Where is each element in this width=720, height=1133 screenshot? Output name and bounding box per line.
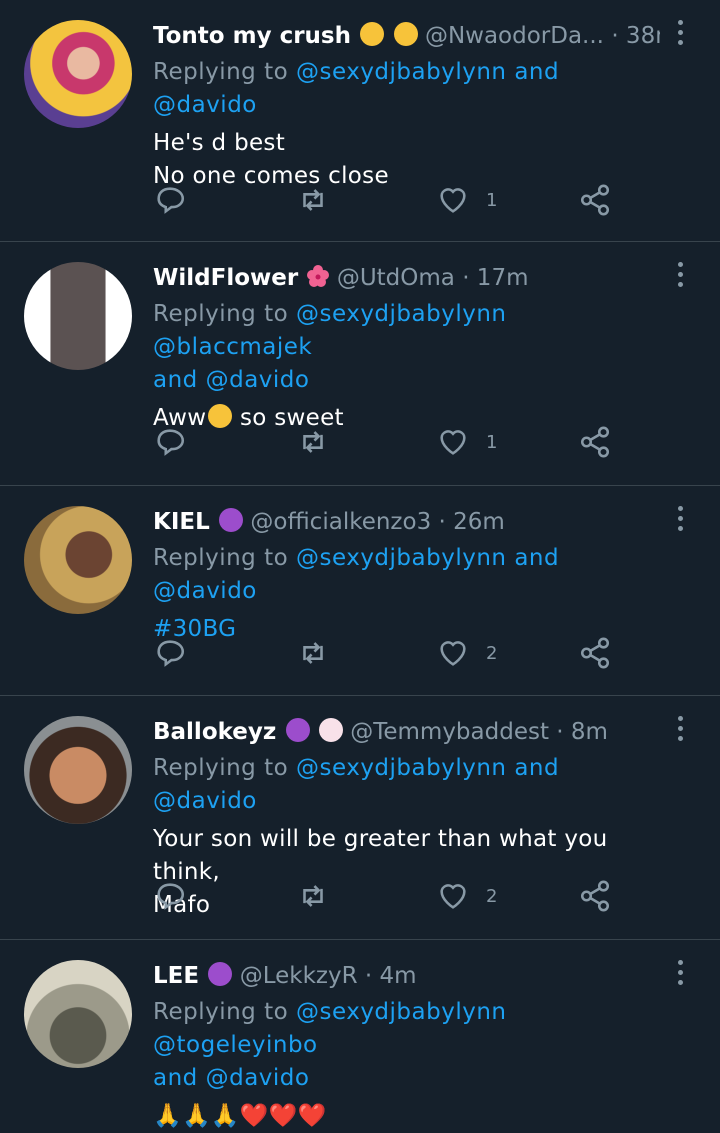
avatar[interactable] <box>24 262 132 370</box>
mention-link[interactable]: @davido <box>153 788 257 814</box>
tweet[interactable]: KIEL @officialkenzo3 · 26m Replying to @… <box>0 486 720 696</box>
retweet-button[interactable] <box>296 633 330 673</box>
display-name[interactable]: Ballokeyz <box>153 719 276 745</box>
share-button[interactable] <box>578 422 612 462</box>
fish-cake-emoji <box>318 718 343 742</box>
like-count: 2 <box>486 885 498 907</box>
mention-link[interactable]: @togeleyinbo <box>153 1032 318 1058</box>
smiling-devil-emoji <box>219 508 244 532</box>
more-options-icon[interactable] <box>674 960 686 990</box>
like-count: 2 <box>486 642 498 664</box>
like-button[interactable]: 1 <box>436 422 497 462</box>
display-name[interactable]: WildFlower <box>153 265 298 291</box>
heart-eyes-emoji <box>393 22 418 46</box>
user-handle[interactable]: @Temmybaddest <box>350 719 549 745</box>
smiling-devil-emoji <box>208 962 233 986</box>
mention-link[interactable]: @blaccmajek <box>153 334 312 360</box>
display-name[interactable]: Tonto my crush <box>153 23 351 49</box>
replying-to: Replying to @sexydjbabylynn and @davido <box>153 545 560 604</box>
mention-link[interactable]: @davido <box>153 578 257 604</box>
share-icon <box>580 184 610 216</box>
share-button[interactable] <box>578 633 612 673</box>
reply-icon <box>157 429 185 456</box>
replying-to: Replying to @sexydjbabylynn @togeleyinbo <box>153 999 507 1058</box>
mention-link[interactable]: @davido <box>206 367 310 393</box>
like-count: 1 <box>486 189 498 211</box>
angry-devil-emoji <box>285 718 310 742</box>
retweet-icon <box>303 885 323 907</box>
tweet[interactable]: Ballokeyz @Temmybaddest · 8m Replying to… <box>0 696 720 940</box>
mention-link[interactable]: @sexydjbabylynn <box>296 59 507 85</box>
mention-link[interactable]: @sexydjbabylynn <box>296 755 507 781</box>
replying-to: Replying to @sexydjbabylynn and @davido <box>153 59 560 118</box>
retweet-icon <box>303 189 323 211</box>
mention-link[interactable]: @sexydjbabylynn <box>296 301 507 327</box>
more-options-icon[interactable] <box>674 262 686 292</box>
avatar[interactable] <box>24 960 132 1068</box>
retweet-button[interactable] <box>296 422 330 462</box>
share-icon <box>580 426 610 458</box>
reply-icon <box>157 187 185 214</box>
replying-to: Replying to @sexydjbabylynn and @davido <box>153 755 560 814</box>
user-handle[interactable]: @LekkzyR <box>240 963 358 989</box>
replying-to: Replying to @sexydjbabylynn @blaccmajek <box>153 301 507 360</box>
avatar[interactable] <box>24 506 132 614</box>
tweet[interactable]: WildFlower @UtdOma · 17m Replying to @se… <box>0 242 720 486</box>
reply-button[interactable] <box>153 422 187 462</box>
user-handle[interactable]: @UtdOma <box>337 265 455 291</box>
timestamp[interactable]: · 17m <box>462 265 528 291</box>
retweet-button[interactable] <box>296 180 330 220</box>
retweet-icon <box>303 431 323 453</box>
retweet-icon <box>303 642 323 664</box>
mention-link[interactable]: @sexydjbabylynn <box>296 545 507 571</box>
like-button[interactable]: 1 <box>436 180 497 220</box>
reply-button[interactable] <box>153 876 187 916</box>
timestamp[interactable]: · 26m <box>439 509 505 535</box>
reply-icon <box>157 640 185 667</box>
like-count: 1 <box>486 431 498 453</box>
display-name[interactable]: LEE <box>153 963 199 989</box>
retweet-button[interactable] <box>296 876 330 916</box>
reply-button[interactable] <box>153 180 187 220</box>
share-button[interactable] <box>578 876 612 916</box>
mention-link[interactable]: @davido <box>153 92 257 118</box>
like-button[interactable]: 2 <box>436 876 497 916</box>
like-button[interactable]: 2 <box>436 633 497 673</box>
timestamp[interactable]: · 8m <box>556 719 608 745</box>
hibiscus-emoji <box>306 261 330 287</box>
share-icon <box>580 880 610 912</box>
user-handle[interactable]: @NwaodorDa... <box>425 23 604 49</box>
avatar[interactable] <box>24 716 132 824</box>
tweet[interactable]: Tonto my crush @NwaodorDa... · 38m Reply… <box>0 0 720 242</box>
reply-button[interactable] <box>153 633 187 673</box>
reply-icon <box>157 883 185 910</box>
more-options-icon[interactable] <box>674 20 686 50</box>
mention-link[interactable]: @davido <box>206 1065 310 1091</box>
user-handle[interactable]: @officialkenzo3 <box>250 509 431 535</box>
share-button[interactable] <box>578 180 612 220</box>
smiling-hearts-emoji <box>360 22 385 46</box>
avatar[interactable] <box>24 20 132 128</box>
tweet[interactable]: LEE @LekkzyR · 4m Replying to @sexydjbab… <box>0 940 720 1129</box>
heart-icon <box>440 430 466 455</box>
heart-icon <box>440 188 466 213</box>
timestamp[interactable]: · 38m <box>611 23 660 49</box>
more-options-icon[interactable] <box>674 506 686 536</box>
more-options-icon[interactable] <box>674 716 686 746</box>
display-name[interactable]: KIEL <box>153 509 210 535</box>
tweet-text: 🙏🙏🙏❤️❤️❤️ <box>153 1103 327 1129</box>
share-icon <box>580 637 610 669</box>
timestamp[interactable]: · 4m <box>365 963 417 989</box>
heart-icon <box>440 641 466 666</box>
mention-link[interactable]: @sexydjbabylynn <box>296 999 507 1025</box>
heart-icon <box>440 884 466 909</box>
